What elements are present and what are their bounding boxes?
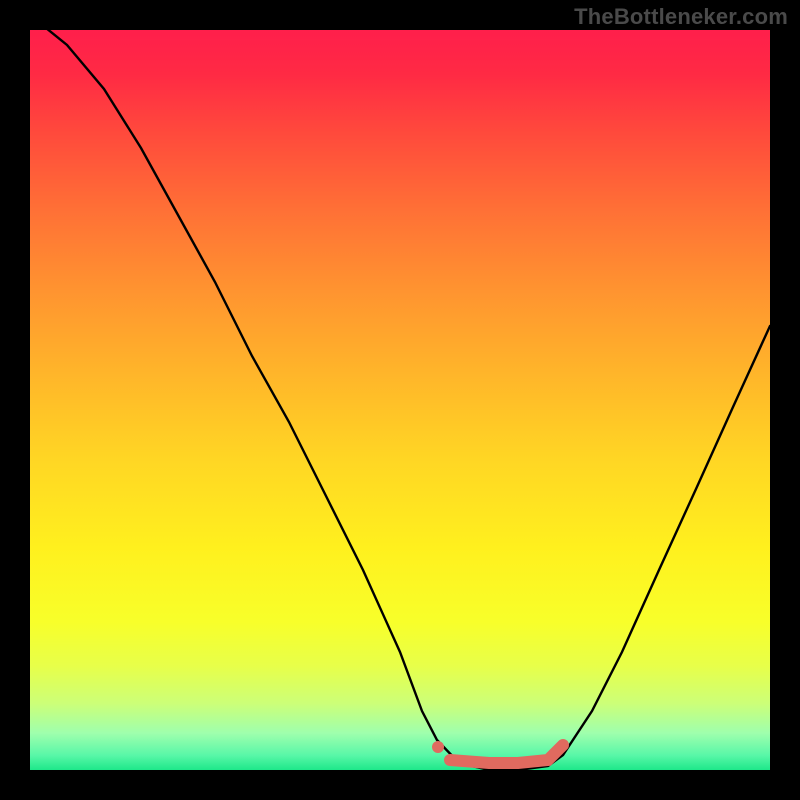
curve-layer [30,30,770,770]
bottleneck-curve [30,30,770,770]
optimal-range-marker [450,745,563,763]
chart-frame: TheBottleneker.com [0,0,800,800]
watermark-text: TheBottleneker.com [574,4,788,30]
optimal-start-dot [432,741,444,753]
plot-area [30,30,770,770]
